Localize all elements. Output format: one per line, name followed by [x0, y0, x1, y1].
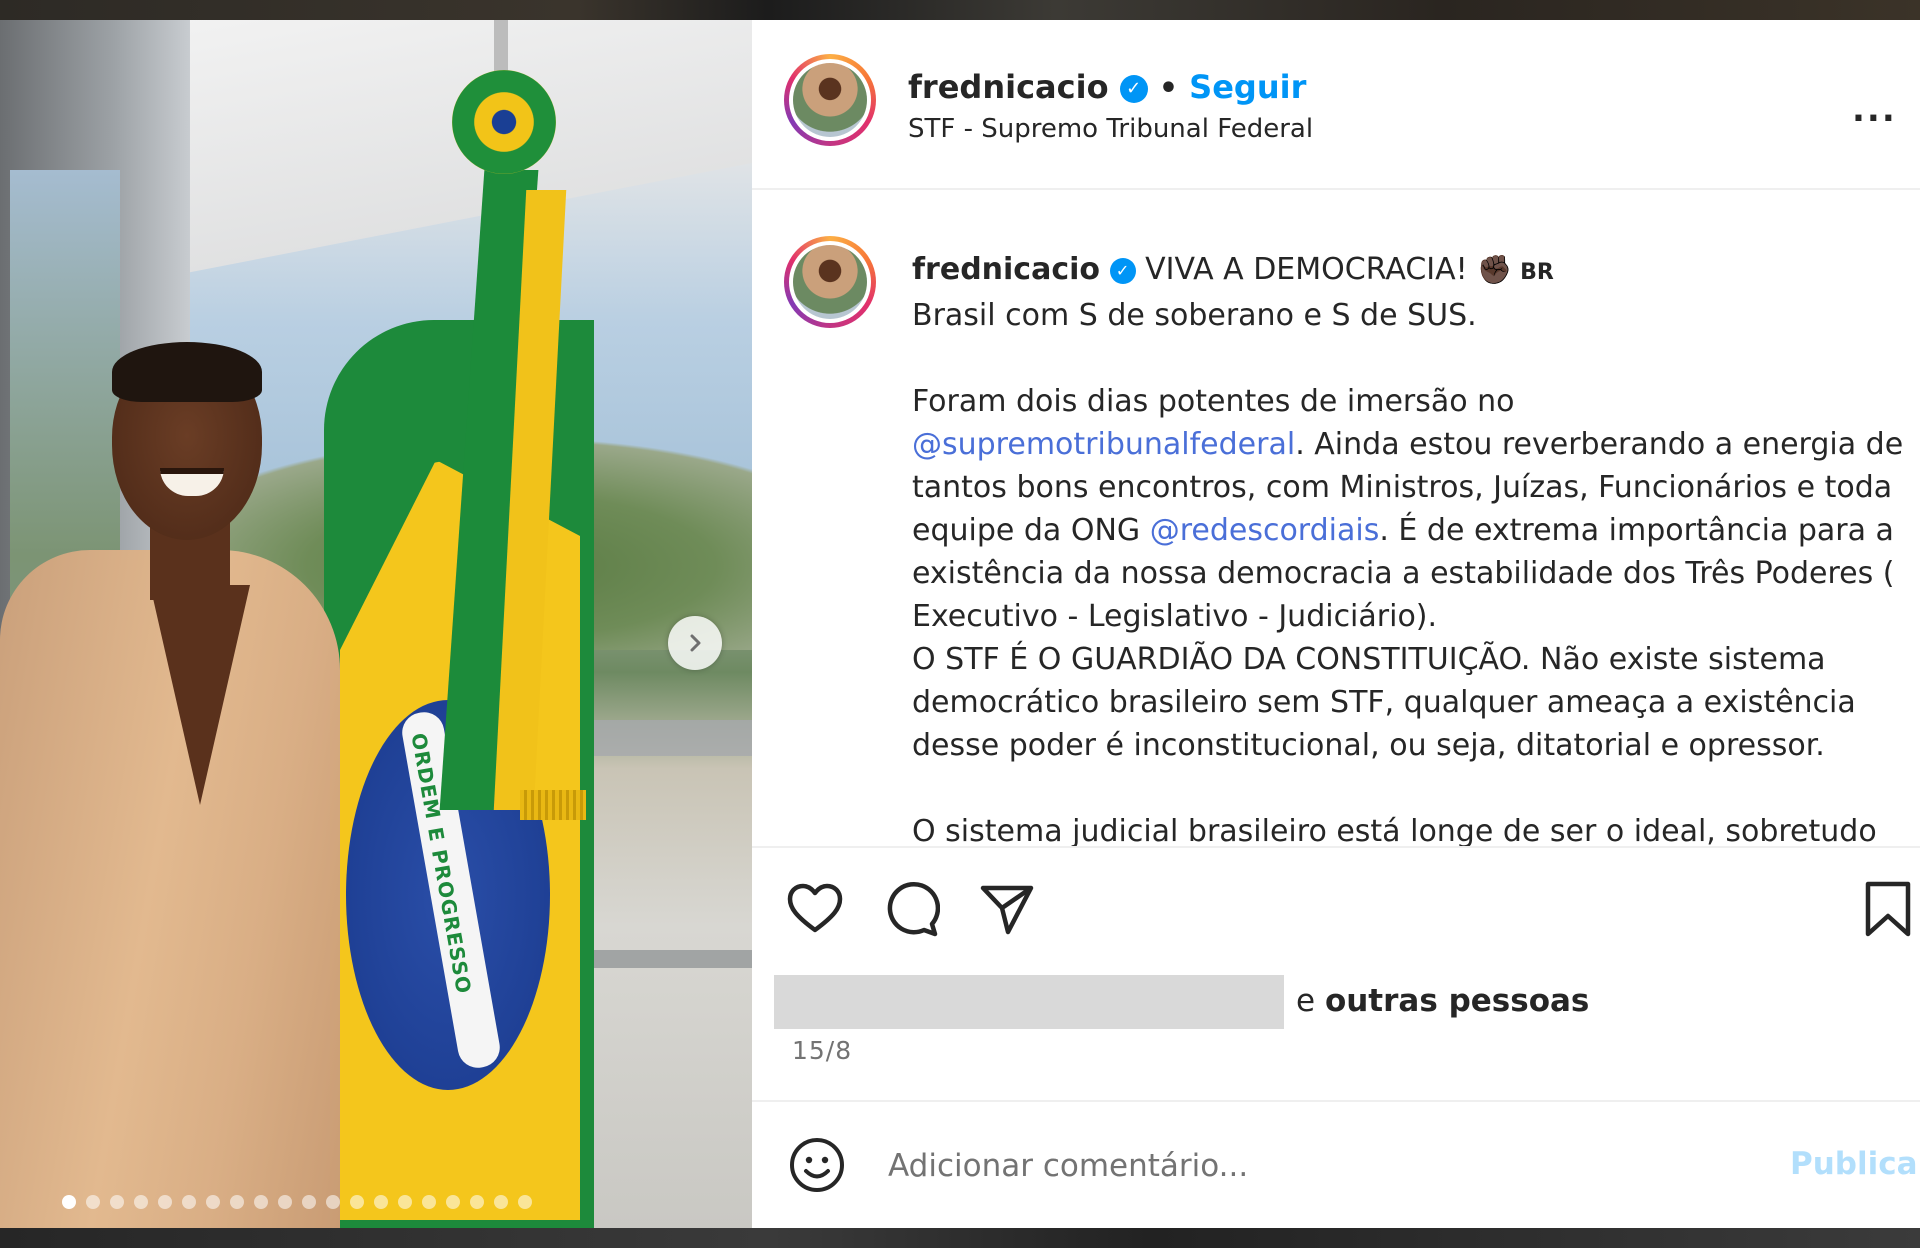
follow-button[interactable]: Seguir [1189, 68, 1306, 106]
photo-person [0, 342, 360, 1228]
post-header: frednicacio ✓ • Seguir [908, 68, 1306, 106]
person-hair [112, 342, 262, 402]
carousel-dot [230, 1195, 244, 1209]
caption-line-2: Brasil com S de soberano e S de SUS. [912, 298, 1477, 333]
carousel-dot [422, 1195, 436, 1209]
comment-input[interactable] [886, 1140, 1690, 1192]
carousel-next-button[interactable] [668, 616, 722, 670]
chevron-right-icon [690, 634, 701, 652]
carousel-dot [182, 1195, 196, 1209]
header-avatar[interactable] [784, 54, 876, 146]
verified-badge-icon: ✓ [1119, 75, 1148, 103]
save-button[interactable] [1862, 880, 1920, 944]
like-button[interactable] [786, 880, 850, 944]
carousel-dot [158, 1195, 172, 1209]
share-button[interactable] [978, 880, 1042, 944]
header-username[interactable]: frednicacio [908, 68, 1109, 106]
caption-paragraph-1: Foram dois dias potentes de imersão no @… [912, 384, 1904, 634]
verified-badge-icon: ✓ [1109, 257, 1136, 284]
actions-divider [752, 846, 1920, 848]
carousel-dot [110, 1195, 124, 1209]
carousel-dot [518, 1195, 532, 1209]
heart-icon [787, 883, 843, 933]
caption-paragraph-2: O STF É O GUARDIÃO DA CONSTITUIÇÃO. Não … [912, 642, 1856, 763]
post-panel: frednicacio ✓ • Seguir STF - Supremo Tri… [752, 20, 1920, 1228]
carousel-dot [302, 1195, 316, 1209]
publish-button[interactable]: Publicar [1790, 1146, 1920, 1182]
redacted-liker-names [774, 975, 1284, 1029]
carousel-dot [374, 1195, 388, 1209]
likes-summary: e outras pessoas [774, 975, 1774, 1031]
more-options-icon[interactable]: ... [1852, 90, 1897, 130]
others-link[interactable]: outras pessoas [1325, 983, 1589, 1019]
carousel-dot [278, 1195, 292, 1209]
carousel-dot [86, 1195, 100, 1209]
mention-supremotribunalfederal[interactable]: @supremotribunalfederal [912, 427, 1295, 462]
carousel-dot [206, 1195, 220, 1209]
emoji-icon [790, 1138, 844, 1192]
caption-headline: VIVA A DEMOCRACIA! [1145, 252, 1468, 287]
photo-ceiling [150, 20, 752, 280]
background-strip-top [0, 0, 1920, 20]
carousel-dots [62, 1195, 532, 1209]
carousel-dot [350, 1195, 364, 1209]
carousel-dot [254, 1195, 268, 1209]
bookmark-icon [1865, 881, 1911, 937]
carousel-dot [494, 1195, 508, 1209]
share-icon [980, 885, 1034, 935]
caption-avatar[interactable] [784, 236, 876, 328]
comment-icon [887, 882, 941, 937]
carousel-dot [470, 1195, 484, 1209]
mention-redescordiais[interactable]: @redescordiais [1150, 513, 1380, 548]
flag-rosette [452, 70, 556, 174]
carousel-dot [398, 1195, 412, 1209]
carousel-dot [446, 1195, 460, 1209]
background-strip-bottom [0, 1228, 1920, 1248]
flag-fringe [520, 790, 586, 820]
header-divider [752, 188, 1920, 190]
post-caption: frednicacio ✓ VIVA A DEMOCRACIA! ✊🏿 BR Br… [912, 248, 1912, 888]
comment-button[interactable] [882, 880, 946, 944]
post-location[interactable]: STF - Supremo Tribunal Federal [908, 114, 1313, 144]
emoji-button[interactable] [788, 1136, 846, 1194]
caption-first-line: frednicacio ✓ VIVA A DEMOCRACIA! ✊🏿 BR [912, 248, 1912, 294]
post-date[interactable]: 15/8 [792, 1036, 852, 1065]
comment-bar: Publicar [752, 1102, 1920, 1228]
carousel-dot [326, 1195, 340, 1209]
carousel-dot [62, 1195, 76, 1209]
avatar-image [793, 63, 867, 137]
header-separator: • [1158, 71, 1179, 106]
raised-fist-icon: ✊🏿 [1477, 253, 1513, 286]
caption-username[interactable]: frednicacio [912, 252, 1100, 287]
avatar-image [793, 245, 867, 319]
brazil-flag-code: BR [1520, 260, 1554, 285]
likes-text[interactable]: e outras pessoas [1296, 983, 1589, 1019]
post-actions [752, 880, 1920, 960]
post-photo: ORDEM E PROGRESSO [0, 20, 752, 1228]
carousel-dot [134, 1195, 148, 1209]
